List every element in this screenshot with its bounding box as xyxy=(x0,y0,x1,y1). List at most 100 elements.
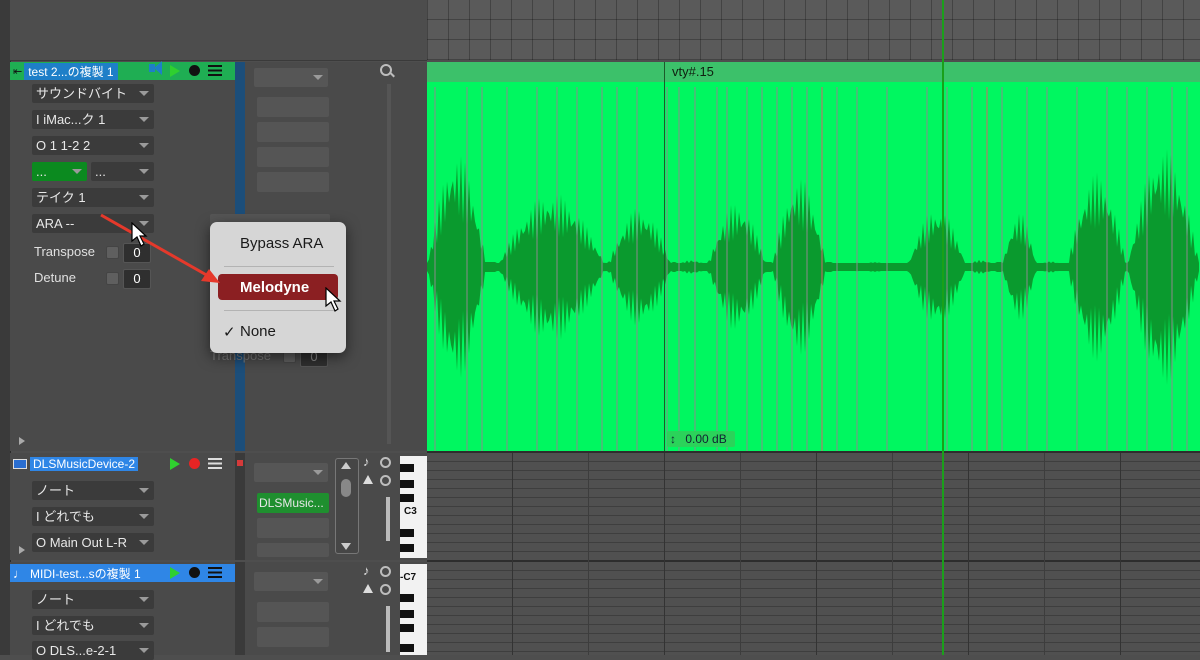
play-icon[interactable] xyxy=(170,458,180,470)
up-triangle-icon[interactable] xyxy=(363,584,373,593)
plugin-select[interactable] xyxy=(254,68,328,87)
vertical-scroll-track[interactable] xyxy=(387,84,391,444)
region-name[interactable]: vty#.15 xyxy=(672,64,714,79)
audio-region[interactable] xyxy=(427,62,1200,451)
track-list-top-area xyxy=(10,0,427,61)
midi-2-slot-1[interactable] xyxy=(257,602,329,622)
bypass-ara-label: Bypass ARA xyxy=(240,235,324,252)
transpose-label: Transpose xyxy=(34,244,95,259)
record-icon[interactable] xyxy=(189,458,200,469)
input-select[interactable]: I iMac...ク 1 xyxy=(32,110,154,129)
plugin-slot-1[interactable] xyxy=(257,97,329,117)
midi-lane-2[interactable] xyxy=(427,562,1200,655)
midi-track-2-title-bar[interactable]: ♩ MIDI-test...sの複製 1 xyxy=(10,564,238,582)
midi-2-plugin-select[interactable] xyxy=(254,572,328,591)
timeline-ruler[interactable] xyxy=(427,0,1200,60)
midi-2-type-select[interactable]: ノート xyxy=(32,590,154,609)
menu-item-melodyne[interactable]: Melodyne xyxy=(218,274,338,300)
black-key xyxy=(400,594,414,602)
audio-track-name[interactable]: test 2...の複製 1 xyxy=(24,62,118,80)
midi-2-type-value: ノート xyxy=(36,592,76,607)
midi-2-slot-2[interactable] xyxy=(257,627,329,647)
piano-c7-label: -C7 xyxy=(400,572,417,583)
expand-triangle-icon[interactable] xyxy=(19,437,25,445)
up-triangle-icon[interactable] xyxy=(363,475,373,484)
input-type-value: サウンドバイト xyxy=(36,86,128,101)
checkmark-icon: ✓ xyxy=(223,324,236,341)
audio-track-title-bar[interactable]: ⇤ test 2...の複製 1 xyxy=(10,61,238,80)
zoom-slider[interactable] xyxy=(386,497,390,541)
note-icon: ♪ xyxy=(363,454,370,469)
region-gain-value: 0.00 dB xyxy=(685,432,727,446)
record-icon[interactable] xyxy=(189,567,200,578)
piano-c3-label: C3 xyxy=(404,506,417,517)
region-gain-badge[interactable]: ↕ 0.00 dB xyxy=(667,431,735,447)
black-key xyxy=(400,610,414,618)
detune-label: Detune xyxy=(34,270,76,285)
playhead[interactable] xyxy=(942,0,944,655)
output-select[interactable]: O 1 1-2 2 xyxy=(32,136,154,155)
scroll-up-icon xyxy=(341,462,351,469)
scroll-down-icon xyxy=(341,543,351,550)
black-key xyxy=(400,624,414,632)
expand-triangle-icon[interactable] xyxy=(19,546,25,554)
record-icon[interactable] xyxy=(189,65,200,76)
black-key xyxy=(400,494,414,502)
menu-separator xyxy=(224,310,334,311)
none-label: None xyxy=(240,323,276,340)
region-header-bar[interactable] xyxy=(427,62,1200,82)
midi-lane-1[interactable] xyxy=(427,453,1200,560)
menu-icon[interactable] xyxy=(208,458,222,469)
play-icon[interactable] xyxy=(170,65,180,77)
midi-track-2-name[interactable]: MIDI-test...sの複製 1 xyxy=(26,565,145,582)
search-icon[interactable] xyxy=(380,475,391,486)
output-value: O 1 1-2 2 xyxy=(36,138,91,153)
piano-keyboard-2[interactable]: -C7 xyxy=(400,564,427,655)
plugin-slot-3[interactable] xyxy=(257,147,329,167)
midi-track-1-title-bar[interactable]: DLSMusicDevice-2 xyxy=(10,455,238,473)
piano-keyboard-1[interactable]: C3 xyxy=(400,456,427,558)
midi-1-slot-3[interactable] xyxy=(257,543,329,557)
bar-line xyxy=(968,453,969,655)
lane-separator xyxy=(427,560,1200,562)
midi-2-input-select[interactable]: I どれでも xyxy=(32,616,154,635)
scroll-thumb[interactable] xyxy=(341,479,351,497)
note-icon: ♩ xyxy=(13,565,26,581)
play-icon[interactable] xyxy=(170,567,180,579)
bar-line xyxy=(816,453,817,655)
ara-value: ARA -- xyxy=(36,216,75,231)
search-icon[interactable] xyxy=(380,457,391,468)
waveform-shape xyxy=(427,149,1199,385)
bar-line xyxy=(512,453,513,655)
instrument-slot[interactable]: DLSMusic... xyxy=(257,493,329,513)
midi-track-1-name[interactable]: DLSMusicDevice-2 xyxy=(30,457,139,471)
menu-icon[interactable] xyxy=(208,567,222,578)
search-icon[interactable] xyxy=(380,566,391,577)
insert-slot-b[interactable]: ... xyxy=(91,162,154,181)
input-type-select[interactable]: サウンドバイト xyxy=(32,84,154,103)
midi-track-2-header: ♩ MIDI-test...sの複製 1 ノート I どれでも O DLS...… xyxy=(10,562,238,660)
midi-2-output-select[interactable]: O DLS...e-2-1 xyxy=(32,641,154,660)
zoom-slider[interactable] xyxy=(386,606,390,652)
bar-line xyxy=(1120,453,1121,655)
instrument-name: DLSMusic... xyxy=(259,496,324,510)
midi-1-output-select[interactable]: O Main Out L-R xyxy=(32,533,154,552)
melodyne-label: Melodyne xyxy=(240,279,310,296)
midi-2-input-value: I どれでも xyxy=(36,618,95,633)
black-key xyxy=(400,529,414,537)
midi-1-activity-led xyxy=(237,460,243,466)
midi-1-scroll-box[interactable] xyxy=(335,458,359,554)
black-key xyxy=(400,544,414,552)
midi-1-meter xyxy=(235,453,245,560)
midi-1-input-select[interactable]: I どれでも xyxy=(32,507,154,526)
plugin-slot-2[interactable] xyxy=(257,122,329,142)
midi-1-type-select[interactable]: ノート xyxy=(32,481,154,500)
search-icon[interactable] xyxy=(380,584,391,595)
input-value: I iMac...ク 1 xyxy=(36,112,106,127)
midi-1-plugin-select[interactable] xyxy=(254,463,328,482)
plugin-slot-4[interactable] xyxy=(257,172,329,192)
mouse-cursor-icon xyxy=(325,287,342,312)
midi-1-slot-2[interactable] xyxy=(257,518,329,538)
menu-icon[interactable] xyxy=(208,65,222,76)
insert-slot-a[interactable]: ... xyxy=(32,162,87,181)
